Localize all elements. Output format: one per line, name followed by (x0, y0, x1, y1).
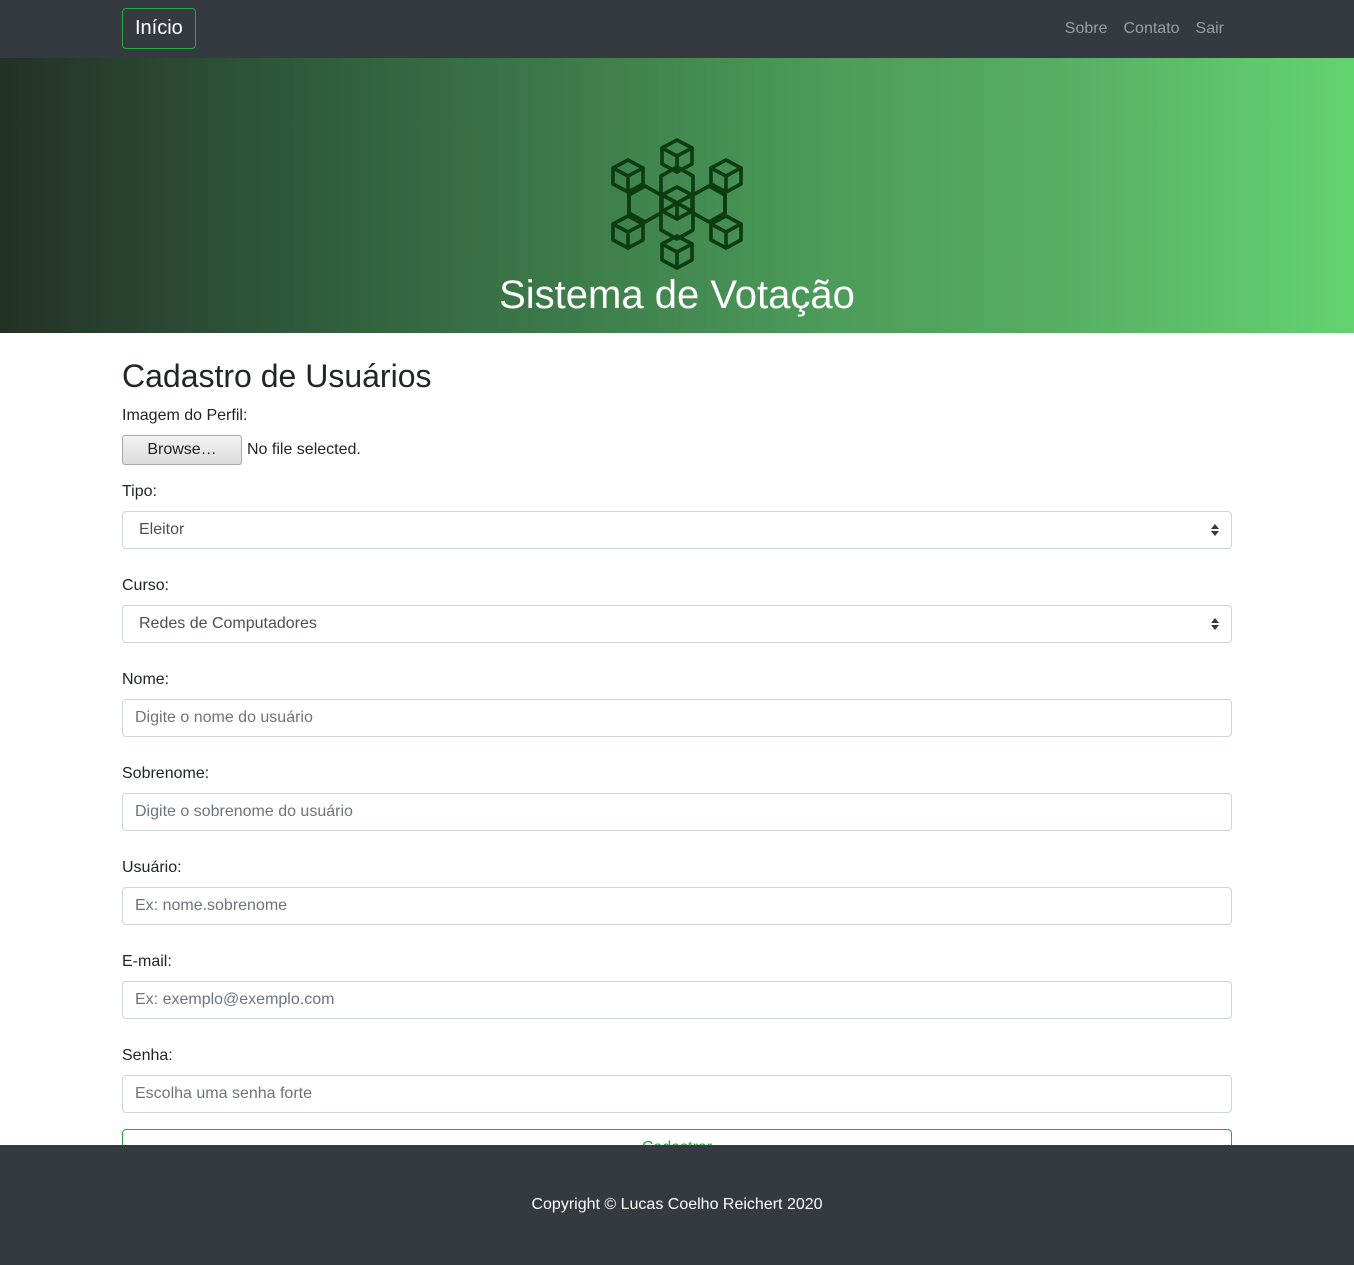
senha-input[interactable]: Escolha uma senha forte (122, 1075, 1232, 1113)
sobrenome-input[interactable]: Digite o sobrenome do usuário (122, 793, 1232, 831)
tipo-select[interactable]: Eleitor (122, 511, 1232, 549)
senha-label: Senha: (122, 1047, 173, 1064)
footer-copyright: Copyright © Lucas Coelho Reichert 2020 (531, 1196, 823, 1213)
hero-title: Sistema de Votação (499, 273, 855, 317)
profile-image-label: Imagem do Perfil: (122, 407, 248, 424)
navbar: Início Sobre Contato Sair (0, 0, 1354, 58)
nome-placeholder: Digite o nome do usuário (135, 709, 313, 726)
usuario-placeholder: Ex: nome.sobrenome (135, 897, 288, 914)
curso-select[interactable]: Redes de Computadores (122, 605, 1232, 643)
curso-label: Curso: (122, 577, 170, 594)
footer: Copyright © Lucas Coelho Reichert 2020 (0, 1145, 1354, 1265)
curso-select-value: Redes de Computadores (139, 615, 317, 632)
browse-button[interactable]: Browse… (122, 435, 242, 465)
page-title: Cadastro de Usuários (122, 358, 432, 394)
file-status: No file selected. (247, 441, 361, 458)
nav-link-contato[interactable]: Contato (1116, 20, 1188, 38)
nav-link-sair[interactable]: Sair (1188, 20, 1232, 38)
sobrenome-placeholder: Digite o sobrenome do usuário (135, 803, 353, 820)
select-caret-icon (1211, 524, 1219, 536)
nome-label: Nome: (122, 671, 170, 688)
usuario-input[interactable]: Ex: nome.sobrenome (122, 887, 1232, 925)
senha-placeholder: Escolha uma senha forte (135, 1085, 312, 1102)
hero-banner: Sistema de Votação Utilização da tecnolo… (0, 58, 1354, 353)
home-link[interactable]: Início (122, 8, 196, 49)
sobrenome-label: Sobrenome: (122, 765, 210, 782)
nav-links: Sobre Contato Sair (1057, 0, 1232, 58)
profile-image-input: Browse… No file selected. (122, 435, 1232, 465)
blockchain-cubes-icon (611, 138, 743, 270)
tipo-label: Tipo: (122, 483, 157, 500)
usuario-label: Usuário: (122, 859, 182, 876)
email-label: E-mail: (122, 953, 172, 970)
nav-link-sobre[interactable]: Sobre (1057, 20, 1116, 38)
tipo-select-value: Eleitor (139, 521, 185, 538)
email-placeholder: Ex: exemplo@exemplo.com (135, 991, 335, 1008)
nome-input[interactable]: Digite o nome do usuário (122, 699, 1232, 737)
select-caret-icon (1211, 618, 1219, 630)
email-input[interactable]: Ex: exemplo@exemplo.com (122, 981, 1232, 1019)
registration-form: Cadastro de Usuários Imagem do Perfil: B… (122, 333, 1232, 1167)
